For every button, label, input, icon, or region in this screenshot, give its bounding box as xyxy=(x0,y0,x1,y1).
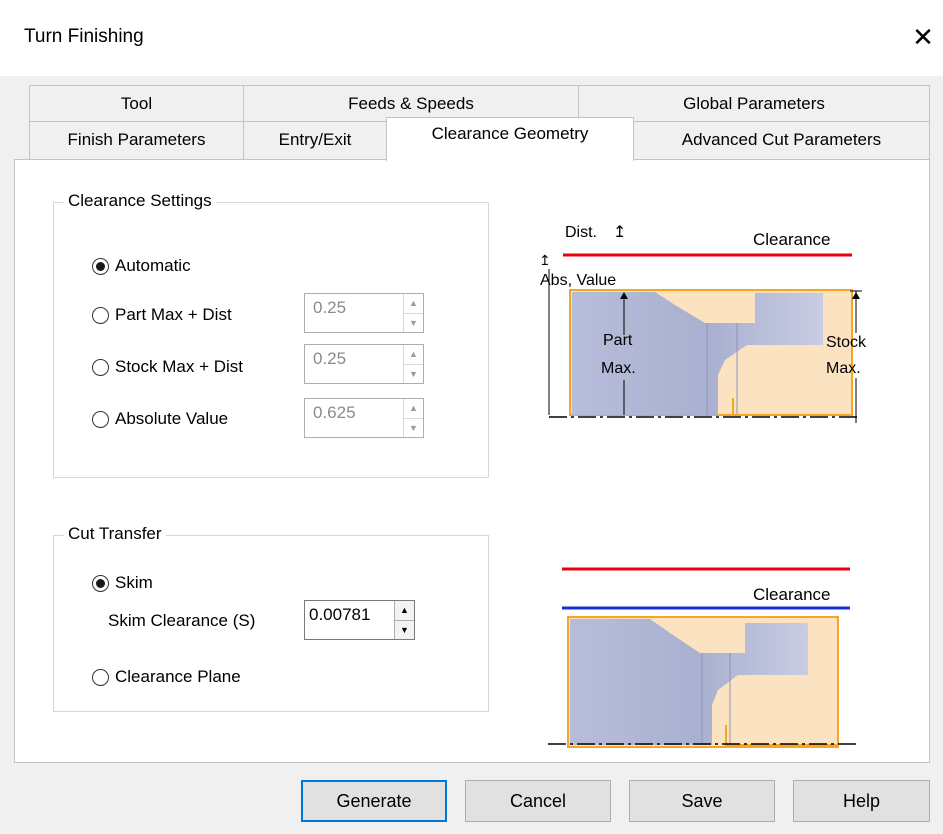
tab-label: Feeds & Speeds xyxy=(348,94,474,113)
clearance-label: Clearance xyxy=(753,230,831,249)
tab-label: Clearance Geometry xyxy=(431,124,589,143)
radio-label: Part Max + Dist xyxy=(115,305,232,324)
radio-indicator xyxy=(92,257,109,275)
part-max-label-1: Part xyxy=(603,332,633,349)
radio-label: Automatic xyxy=(115,256,191,275)
radio-label: Skim xyxy=(115,573,153,592)
spin-value: 0.00781 xyxy=(309,605,371,624)
tab-label: Entry/Exit xyxy=(278,130,352,149)
spin-down-icon[interactable]: ▼ xyxy=(394,619,414,639)
part-max-label-2: Max. xyxy=(601,360,636,377)
abs-value-arrow-icon: ↥ xyxy=(539,252,551,268)
spin-value: 0.25 xyxy=(313,349,347,368)
abs-value-label: Abs, Value xyxy=(540,272,616,289)
absolute-value-radio[interactable]: Absolute Value xyxy=(92,409,228,429)
radio-indicator xyxy=(92,574,109,592)
generate-button[interactable]: Generate xyxy=(301,780,447,822)
spin-up-icon[interactable]: ▲ xyxy=(403,399,423,418)
radio-indicator xyxy=(92,668,109,686)
spin-down-icon[interactable]: ▼ xyxy=(403,312,423,332)
clearance-settings-diagram: Clearance Dist. ↥ ↥ Abs, Value Part Max.… xyxy=(539,224,867,423)
tab-label: Finish Parameters xyxy=(67,130,206,149)
cancel-button[interactable]: Cancel xyxy=(465,780,611,822)
tab-feeds-speeds[interactable]: Feeds & Speeds xyxy=(243,85,579,121)
spin-value: 0.25 xyxy=(313,298,347,317)
clearance-label: Clearance xyxy=(753,585,831,604)
dist-label: Dist. xyxy=(565,224,597,241)
radio-indicator xyxy=(92,410,109,428)
radio-label: Clearance Plane xyxy=(115,667,241,686)
radio-label: Stock Max + Dist xyxy=(115,357,244,376)
stock-max-dist-input[interactable]: 0.25 ▲ ▼ xyxy=(304,344,424,384)
close-icon[interactable]: ✕ xyxy=(906,20,940,54)
radio-indicator xyxy=(92,306,109,324)
spin-down-icon[interactable]: ▼ xyxy=(403,417,423,437)
clearance-settings-legend: Clearance Settings xyxy=(64,191,216,211)
tab-entry-exit[interactable]: Entry/Exit xyxy=(243,121,387,160)
automatic-radio[interactable]: Automatic xyxy=(92,256,191,276)
spin-up-icon[interactable]: ▲ xyxy=(403,345,423,364)
skim-radio[interactable]: Skim xyxy=(92,573,153,593)
window-title: Turn Finishing xyxy=(24,26,144,47)
tab-label: Global Parameters xyxy=(683,94,825,113)
skim-clearance-input[interactable]: 0.00781 ▲ ▼ xyxy=(304,600,415,640)
dist-arrow-icon: ↥ xyxy=(613,224,626,241)
spin-up-icon[interactable]: ▲ xyxy=(394,601,414,620)
title-bar: Turn Finishing ✕ xyxy=(0,0,943,76)
help-button[interactable]: Help xyxy=(793,780,930,822)
cut-transfer-diagram: Clearance xyxy=(548,567,860,748)
save-button[interactable]: Save xyxy=(629,780,775,822)
radio-indicator xyxy=(92,358,109,376)
tab-tool[interactable]: Tool xyxy=(29,85,244,121)
spin-up-icon[interactable]: ▲ xyxy=(403,294,423,313)
tab-finish-parameters[interactable]: Finish Parameters xyxy=(29,121,244,160)
cut-transfer-legend: Cut Transfer xyxy=(64,524,166,544)
tab-clearance-geometry[interactable]: Clearance Geometry xyxy=(386,117,634,161)
part-max-dist-input[interactable]: 0.25 ▲ ▼ xyxy=(304,293,424,333)
spin-value: 0.625 xyxy=(313,403,356,422)
radio-label: Absolute Value xyxy=(115,409,229,428)
stock-max-label-2: Max. xyxy=(826,360,861,377)
tab-advanced-cut-parameters[interactable]: Advanced Cut Parameters xyxy=(633,121,930,160)
tab-global-parameters[interactable]: Global Parameters xyxy=(578,85,930,121)
tab-label: Advanced Cut Parameters xyxy=(681,130,882,149)
stock-max-dist-radio[interactable]: Stock Max + Dist xyxy=(92,357,243,377)
part-max-dist-radio[interactable]: Part Max + Dist xyxy=(92,305,232,325)
tab-label: Tool xyxy=(120,94,153,113)
skim-clearance-label: Skim Clearance (S) xyxy=(108,611,256,630)
clearance-plane-radio[interactable]: Clearance Plane xyxy=(92,667,241,687)
stock-max-label-1: Stock xyxy=(826,334,867,351)
spin-down-icon[interactable]: ▼ xyxy=(403,363,423,383)
absolute-value-input[interactable]: 0.625 ▲ ▼ xyxy=(304,398,424,438)
